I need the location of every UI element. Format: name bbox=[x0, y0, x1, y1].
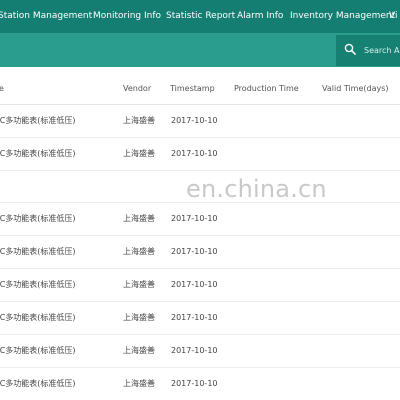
column-header-name[interactable]: e bbox=[0, 67, 4, 104]
cell-vendor: 上海盛善 bbox=[123, 116, 155, 125]
cell-timestamp: 2017-10-10 bbox=[171, 214, 218, 223]
table-row[interactable]: /C多功能表(标准低压) 上海盛善 2017-10-10 bbox=[0, 268, 400, 302]
nav-item-alarm-info[interactable]: Alarm Info bbox=[237, 0, 283, 33]
nav-item-vi[interactable]: Vi bbox=[389, 0, 397, 33]
column-header-vendor[interactable]: Vendor bbox=[123, 67, 151, 104]
cell-vendor: 上海盛善 bbox=[123, 247, 155, 256]
column-header-timestamp[interactable]: Timestamp bbox=[170, 67, 215, 104]
column-header-production-time[interactable]: Production Time bbox=[234, 67, 299, 104]
cell-timestamp: 2017-10-10 bbox=[171, 280, 218, 289]
cell-name: /C多功能表(标准低压) bbox=[0, 313, 76, 322]
nav-item-station-management[interactable]: Station Management bbox=[0, 0, 92, 33]
cell-name: /C多功能表(标准低压) bbox=[0, 214, 76, 223]
cell-timestamp: 2017-10-10 bbox=[171, 247, 218, 256]
cell-vendor: 上海盛善 bbox=[123, 149, 155, 158]
watermark: en.china.cn bbox=[186, 175, 327, 203]
column-header-valid-time[interactable]: Valid Time(days) bbox=[322, 67, 389, 104]
top-nav-bar: Station Management Monitoring Info Stati… bbox=[0, 0, 400, 33]
table-row[interactable]: /C多功能表(标准低压) 上海盛善 2017-10-10 bbox=[0, 104, 400, 138]
cell-name: /C多功能表(标准低压) bbox=[0, 247, 76, 256]
cell-name: /C多功能表(标准低压) bbox=[0, 149, 76, 158]
nav-item-statistic-report[interactable]: Statistic Report bbox=[166, 0, 235, 33]
cell-name: /C多功能表(标准低压) bbox=[0, 379, 76, 388]
cell-name: /C多功能表(标准低压) bbox=[0, 116, 76, 125]
table-row[interactable]: /C多功能表(标准低压) 上海盛善 2017-10-10 bbox=[0, 202, 400, 236]
table-row[interactable]: /C多功能表(标准低压) 上海盛善 2017-10-10 bbox=[0, 301, 400, 335]
cell-vendor: 上海盛善 bbox=[123, 379, 155, 388]
cell-timestamp: 2017-10-10 bbox=[171, 149, 218, 158]
page: Station Management Monitoring Info Stati… bbox=[0, 0, 400, 400]
nav-item-inventory-management[interactable]: Inventory Management bbox=[290, 0, 395, 33]
cell-timestamp: 2017-10-10 bbox=[171, 313, 218, 322]
search-input[interactable] bbox=[364, 40, 400, 60]
cell-timestamp: 2017-10-10 bbox=[171, 346, 218, 355]
table-header: e Vendor Timestamp Production Time Valid… bbox=[0, 67, 400, 105]
cell-timestamp: 2017-10-10 bbox=[171, 379, 218, 388]
table-row[interactable]: /C多功能表(标准低压) 上海盛善 2017-10-10 bbox=[0, 367, 400, 400]
table-row[interactable]: /C多功能表(标准低压) 上海盛善 2017-10-10 bbox=[0, 235, 400, 269]
cell-name: /C多功能表(标准低压) bbox=[0, 280, 76, 289]
cell-name: /C多功能表(标准低压) bbox=[0, 346, 76, 355]
cell-vendor: 上海盛善 bbox=[123, 214, 155, 223]
cell-vendor: 上海盛善 bbox=[123, 280, 155, 289]
cell-vendor: 上海盛善 bbox=[123, 346, 155, 355]
nav-item-monitoring-info[interactable]: Monitoring Info bbox=[93, 0, 161, 33]
cell-timestamp: 2017-10-10 bbox=[171, 116, 218, 125]
table-row[interactable]: /C多功能表(标准低压) 上海盛善 2017-10-10 bbox=[0, 334, 400, 368]
table-row[interactable]: /C多功能表(标准低压) 上海盛善 2017-10-10 bbox=[0, 137, 400, 171]
search-icon[interactable] bbox=[344, 43, 356, 55]
cell-vendor: 上海盛善 bbox=[123, 313, 155, 322]
